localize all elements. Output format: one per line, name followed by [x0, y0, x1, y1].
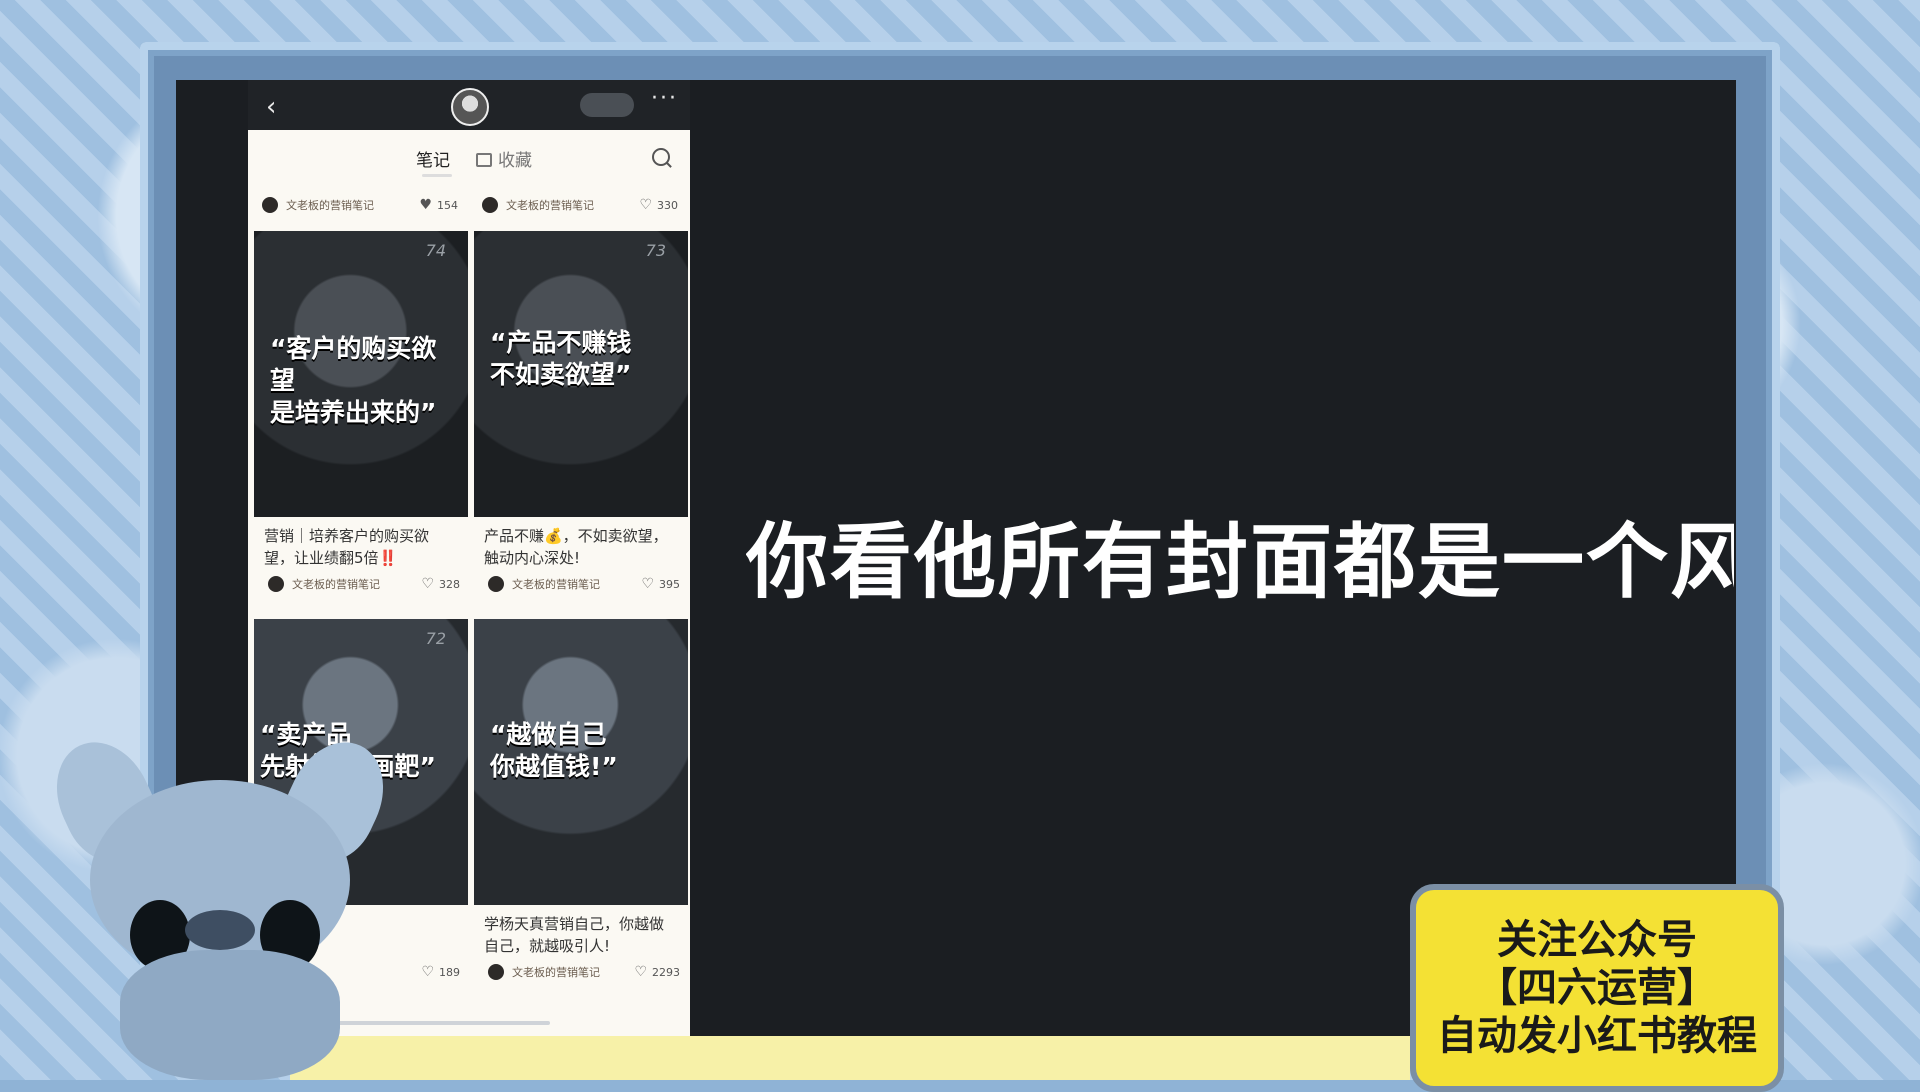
like-count[interactable]: ♡ 328 [421, 576, 460, 592]
note-title: 学杨天真营销自己，你越做自己，就越吸引人! [484, 915, 665, 955]
like-count[interactable]: ♡ 189 [421, 964, 460, 980]
stitch-nose [185, 910, 255, 950]
cover-quote-line: “越做自己 [490, 720, 607, 749]
like-value: 395 [659, 577, 680, 591]
like-count[interactable]: ♡ 395 [641, 576, 680, 592]
author-avatar [488, 964, 504, 980]
avatar[interactable] [451, 88, 489, 126]
author-name: 文老板的营销笔记 [292, 578, 380, 591]
stitch-character-decoration [38, 726, 402, 1080]
cover-quote: “客户的购买欲望 是培养出来的” [270, 333, 460, 429]
app-header: ‹ ··· [248, 80, 690, 130]
author-name: 文老板的营销笔记 [512, 578, 600, 591]
cover-quote-line: “客户的购买欲望 [270, 334, 437, 395]
note-cover: 73 “产品不赚钱 不如卖欲望” [474, 231, 688, 517]
stitch-body [120, 950, 340, 1080]
tab-favorites[interactable]: 收藏 [476, 146, 532, 171]
author-avatar [268, 576, 284, 592]
promo-line: 【四六运营】 [1477, 965, 1717, 1011]
like-value: 189 [439, 965, 460, 979]
chevron-left-icon[interactable]: ‹ [266, 92, 276, 122]
author-name: 文老板的营销笔记 [512, 966, 600, 979]
promo-line: 关注公众号 [1497, 917, 1697, 963]
decorative-strip [290, 1036, 1410, 1080]
author-name: 文老板的营销笔记 [286, 199, 374, 212]
note-meta: 文老板的营销笔记 ♡ 2293 [474, 959, 688, 985]
cover-number: 73 [645, 241, 666, 260]
like-count[interactable]: ♥ 154 [419, 197, 458, 213]
heart-icon: ♡ [639, 197, 652, 213]
heart-icon: ♡ [421, 576, 434, 592]
tab-bar: 笔记 收藏 [248, 130, 690, 190]
like-value: 2293 [652, 965, 680, 979]
note-title: 产品不赚💰，不如卖欲望，触动内心深处! [484, 527, 668, 567]
like-value: 154 [437, 198, 458, 212]
tab-notes[interactable]: 笔记 [416, 146, 450, 171]
note-cover: “越做自己 你越值钱!” [474, 619, 688, 905]
cover-quote-line: 不如卖欲望” [490, 360, 632, 389]
cover-quote-line: 你越值钱!” [490, 752, 618, 781]
author-name: 文老板的营销笔记 [506, 199, 594, 212]
like-value: 328 [439, 577, 460, 591]
note-card[interactable]: 73 “产品不赚钱 不如卖欲望” 产品不赚💰，不如卖欲望，触动内心深处! 文老板… [474, 231, 688, 597]
like-count[interactable]: ♡ 2293 [634, 964, 680, 980]
note-card[interactable]: “越做自己 你越值钱!” 学杨天真营销自己，你越做自己，就越吸引人! 文老板的营… [474, 619, 688, 985]
note-card[interactable]: 74 “客户的购买欲望 是培养出来的” 营销｜培养客户的购买欲望，让业绩翻5倍‼… [254, 231, 468, 597]
heart-icon: ♡ [641, 576, 654, 592]
top-meta-right: 文老板的营销笔记 ♡ 330 [482, 192, 678, 218]
tab-indicator [422, 174, 452, 177]
author-avatar [488, 576, 504, 592]
note-cover: 74 “客户的购买欲望 是培养出来的” [254, 231, 468, 517]
promo-line: 自动发小红书教程 [1437, 1013, 1757, 1059]
heart-icon: ♡ [421, 964, 434, 980]
note-title: 营销｜培养客户的购买欲望，让业绩翻5倍‼️ [264, 527, 430, 567]
lock-icon [476, 153, 492, 167]
top-meta-left: 文老板的营销笔记 ♥ 154 [262, 192, 458, 218]
cover-quote-line: “产品不赚钱 [490, 328, 632, 357]
like-count[interactable]: ♡ 330 [639, 197, 678, 213]
cover-quote-line: 是培养出来的” [270, 398, 437, 427]
tab-favorites-label: 收藏 [498, 151, 532, 171]
more-icon[interactable]: ··· [651, 86, 678, 111]
like-value: 330 [657, 198, 678, 212]
video-subtitle: 你看他所有封面都是一个风格 [746, 515, 1734, 610]
cover-number: 74 [425, 241, 446, 260]
cover-quote: “越做自己 你越值钱!” [490, 719, 680, 783]
author-avatar [262, 197, 278, 213]
author-avatar [482, 197, 498, 213]
note-meta: 文老板的营销笔记 ♡ 395 [474, 571, 688, 597]
heart-icon: ♥ [419, 197, 432, 213]
follow-button[interactable] [580, 93, 634, 117]
cover-number: 72 [425, 629, 446, 648]
promo-box: 关注公众号 【四六运营】 自动发小红书教程 [1410, 884, 1784, 1092]
search-icon[interactable] [652, 148, 670, 166]
note-meta: 文老板的营销笔记 ♡ 328 [254, 571, 468, 597]
cover-quote: “产品不赚钱 不如卖欲望” [490, 327, 680, 391]
heart-icon: ♡ [634, 964, 647, 980]
